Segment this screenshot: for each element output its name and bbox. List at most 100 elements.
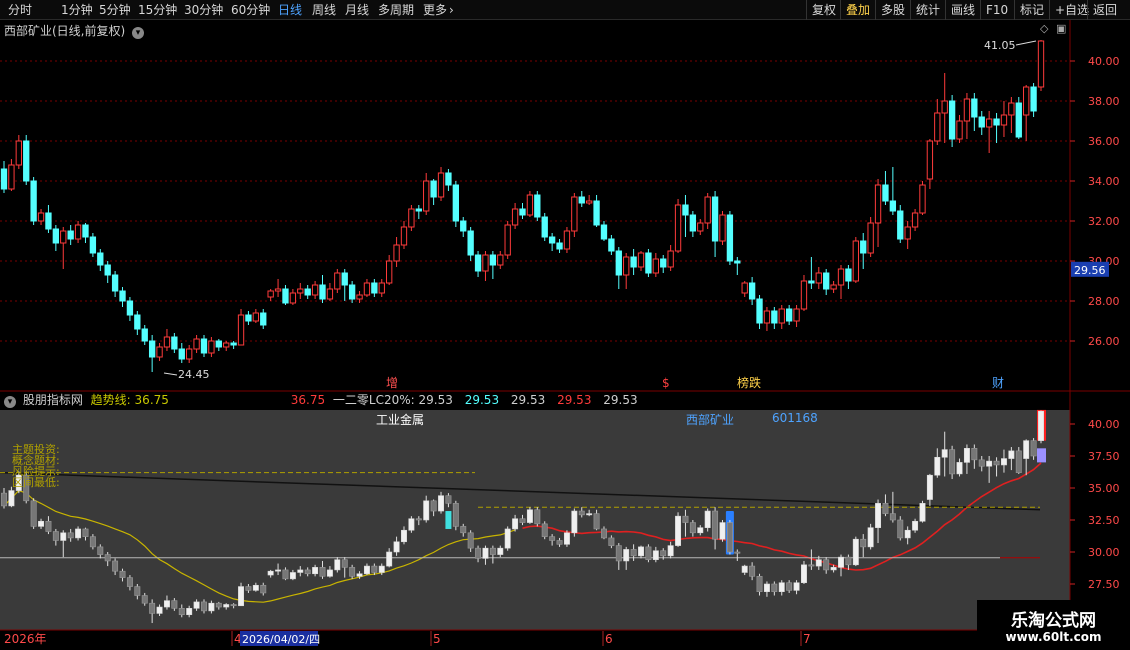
- candle-body[interactable]: [171, 336, 178, 350]
- candle-body[interactable]: [341, 272, 348, 286]
- candle-body[interactable]: [378, 282, 385, 294]
- candle-body[interactable]: [623, 256, 630, 276]
- candle-body[interactable]: [200, 338, 208, 354]
- candle-body[interactable]: [578, 196, 585, 204]
- multi-stock-button[interactable]: 多股: [875, 0, 910, 20]
- candle-body[interactable]: [0, 168, 8, 190]
- candle-body[interactable]: [911, 212, 919, 228]
- candle-body[interactable]: [45, 212, 52, 230]
- candle-body[interactable]: [571, 196, 578, 232]
- candle-body[interactable]: [771, 310, 778, 324]
- event-mark[interactable]: 增: [386, 376, 398, 390]
- candle-body[interactable]: [67, 230, 74, 240]
- candle-body[interactable]: [971, 98, 978, 118]
- candle-body[interactable]: [511, 208, 519, 226]
- candle-body[interactable]: [519, 208, 526, 216]
- event-mark[interactable]: 财: [992, 376, 1004, 390]
- candle-body[interactable]: [926, 140, 934, 180]
- candle-body[interactable]: [267, 290, 274, 298]
- candle-body[interactable]: [415, 208, 422, 212]
- candle-body[interactable]: [141, 328, 148, 342]
- period-tab-30min[interactable]: 30分钟: [184, 0, 223, 20]
- candle-body[interactable]: [800, 280, 808, 310]
- candle-body[interactable]: [371, 282, 378, 294]
- candle-body[interactable]: [897, 210, 904, 240]
- candle-body[interactable]: [237, 314, 245, 346]
- candle-body[interactable]: [445, 172, 452, 186]
- candle-body[interactable]: [830, 284, 837, 290]
- candle-body[interactable]: [52, 228, 60, 244]
- candle-body[interactable]: [541, 216, 548, 238]
- candle-body[interactable]: [504, 224, 511, 256]
- candle-body[interactable]: [437, 172, 445, 198]
- candle-body[interactable]: [615, 250, 622, 276]
- candle-body[interactable]: [119, 290, 126, 302]
- indicator-name[interactable]: 股朋指标网: [23, 393, 83, 407]
- candle-body[interactable]: [452, 184, 460, 222]
- candle-body[interactable]: [245, 314, 252, 322]
- candle-body[interactable]: [837, 268, 845, 286]
- candle-body[interactable]: [711, 196, 719, 242]
- period-tab-multi[interactable]: 多周期: [378, 0, 414, 20]
- candle-body[interactable]: [297, 288, 304, 294]
- candle-body[interactable]: [941, 100, 948, 114]
- candle-body[interactable]: [934, 112, 941, 142]
- candle-body[interactable]: [134, 314, 141, 330]
- candle-body[interactable]: [163, 336, 171, 348]
- candle-body[interactable]: [8, 164, 15, 190]
- candle-body[interactable]: [963, 98, 971, 122]
- candle-body[interactable]: [860, 240, 867, 254]
- period-tab-monthly[interactable]: 月线: [345, 0, 369, 20]
- candle-body[interactable]: [874, 184, 882, 224]
- period-tab-15min[interactable]: 15分钟: [138, 0, 177, 20]
- candle-body[interactable]: [682, 204, 689, 216]
- candle-body[interactable]: [948, 100, 956, 140]
- candle-body[interactable]: [1000, 114, 1008, 126]
- candle-body[interactable]: [74, 224, 82, 240]
- candle-body[interactable]: [889, 200, 897, 212]
- period-tab-5min[interactable]: 5分钟: [99, 0, 131, 20]
- candle-body[interactable]: [1015, 102, 1022, 138]
- candle-body[interactable]: [474, 254, 482, 272]
- period-tab-weekly[interactable]: 周线: [312, 0, 336, 20]
- candle-body[interactable]: [956, 120, 963, 140]
- candle-body[interactable]: [534, 194, 541, 218]
- chevron-down-icon[interactable]: ▾: [132, 27, 145, 39]
- candle-body[interactable]: [1008, 102, 1015, 116]
- candle-body[interactable]: [852, 240, 859, 282]
- candle-body[interactable]: [82, 224, 89, 238]
- candle-body[interactable]: [111, 274, 119, 292]
- candle-body[interactable]: [356, 294, 363, 300]
- candle-body[interactable]: [400, 226, 408, 246]
- candle-body[interactable]: [363, 282, 371, 296]
- candle-body[interactable]: [334, 272, 341, 290]
- candle-body[interactable]: [60, 230, 67, 244]
- candle-body[interactable]: [230, 342, 237, 346]
- candle-body[interactable]: [763, 310, 771, 324]
- candle-body[interactable]: [556, 242, 563, 250]
- candle-body[interactable]: [637, 252, 645, 268]
- period-tab-timeshare[interactable]: 分时: [8, 0, 32, 20]
- candle-body[interactable]: [608, 238, 615, 252]
- candle-body[interactable]: [423, 180, 430, 212]
- candle-body[interactable]: [15, 140, 22, 166]
- candle-body[interactable]: [460, 220, 467, 232]
- candle-body[interactable]: [593, 200, 600, 226]
- candle-body[interactable]: [104, 264, 111, 276]
- candle-body[interactable]: [408, 208, 415, 228]
- chevron-right-icon[interactable]: ›: [449, 0, 454, 20]
- event-mark[interactable]: 榜跌: [737, 375, 761, 390]
- candle-body[interactable]: [660, 258, 667, 268]
- panel-toggle-icon[interactable]: ▣: [1056, 22, 1066, 35]
- candle-body[interactable]: [667, 250, 674, 268]
- candle-body[interactable]: [585, 200, 593, 204]
- candle-body[interactable]: [193, 338, 200, 350]
- candle-body[interactable]: [215, 340, 222, 348]
- mark-button[interactable]: 标记: [1014, 0, 1049, 20]
- candle-body[interactable]: [489, 254, 497, 266]
- candle-body[interactable]: [156, 346, 163, 358]
- candle-body[interactable]: [223, 342, 230, 348]
- candle-body[interactable]: [348, 284, 356, 300]
- candle-body[interactable]: [282, 288, 289, 304]
- candle-body[interactable]: [978, 116, 985, 128]
